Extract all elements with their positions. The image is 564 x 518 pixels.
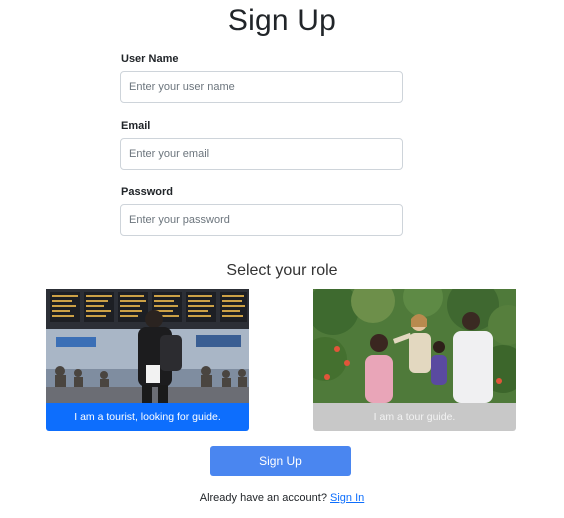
username-input[interactable] [120,71,403,103]
email-label: Email [121,120,151,132]
role-section-title: Select your role [226,262,338,279]
password-input[interactable] [120,204,403,236]
username-label: User Name [121,53,179,65]
role-card-guide[interactable]: I am a tour guide. [313,289,516,431]
page-title: Sign Up [227,4,337,37]
tourist-caption: I am a tourist, looking for guide. [46,403,249,431]
role-card-tourist[interactable]: I am a tourist, looking for guide. [46,289,249,431]
password-label: Password [121,186,173,198]
footer: Already have an account? Sign In [0,492,564,504]
sign-up-button[interactable]: Sign Up [210,446,351,476]
email-input[interactable] [120,138,403,170]
tourist-image [46,289,249,403]
guide-image [313,289,516,403]
sign-in-link[interactable]: Sign In [330,492,364,504]
guide-caption: I am a tour guide. [313,403,516,431]
footer-text: Already have an account? [199,492,327,504]
